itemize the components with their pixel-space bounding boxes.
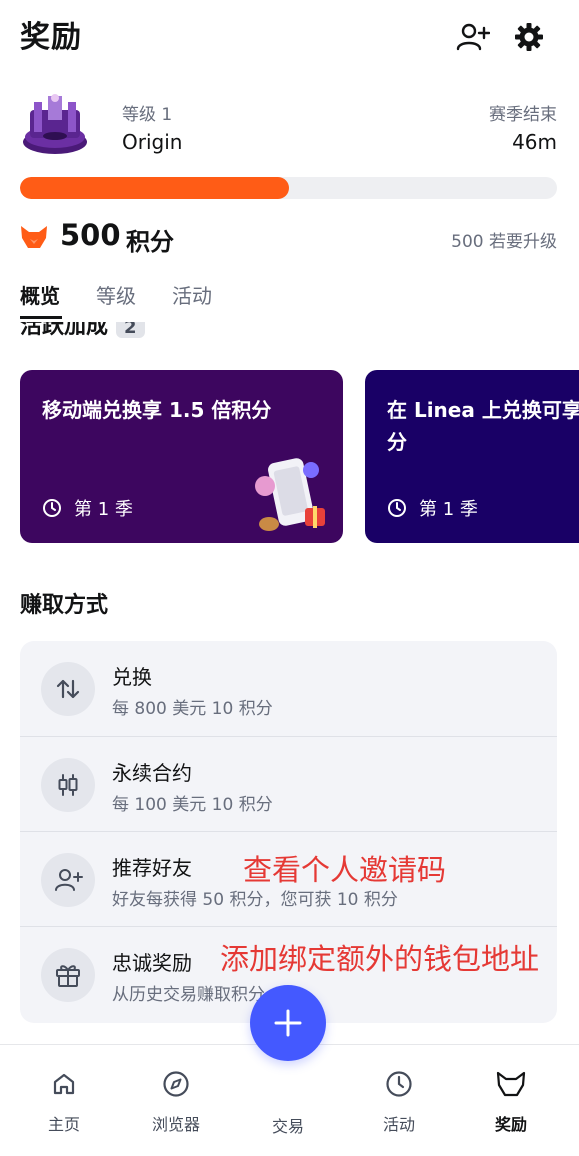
level-name: Origin <box>122 130 183 154</box>
active-bonus-title: 活跃加成 <box>20 322 109 339</box>
earn-item-title: 推荐好友 <box>112 856 192 880</box>
bonus-card-title: 在 Linea 上兑换可享 分 <box>387 394 579 458</box>
tab-overview[interactable]: 概览 <box>20 280 60 309</box>
active-tab-indicator <box>20 316 62 319</box>
annotation-referral-code: 查看个人邀请码 <box>243 853 447 887</box>
points-to-upgrade: 500 若要升级 <box>451 232 557 252</box>
season-end-label: 赛季结束 <box>489 105 557 125</box>
nav-browser[interactable]: 浏览器 <box>131 1069 221 1139</box>
clock-icon <box>386 1071 412 1097</box>
page-title: 奖励 <box>20 20 82 55</box>
earn-item-swap[interactable]: 兑换 每 800 美元 10 积分 <box>20 641 557 736</box>
add-friend-button[interactable] <box>456 20 490 54</box>
active-bonus-count-badge: 2 <box>116 322 145 338</box>
tab-levels[interactable]: 等级 <box>96 280 136 309</box>
swap-arrows-icon <box>56 679 80 699</box>
bonus-card-season: 第 1 季 <box>387 495 478 521</box>
plus-icon <box>274 1009 302 1037</box>
compass-icon <box>163 1071 189 1097</box>
points-amount: 500 <box>60 218 121 252</box>
earn-icon-container <box>41 758 95 812</box>
tab-activity[interactable]: 活动 <box>172 280 212 309</box>
gear-icon <box>515 23 543 51</box>
bonus-card-title: 移动端兑换享 1.5 倍积分 <box>42 398 272 422</box>
level-progress-bar <box>20 177 557 199</box>
settings-button[interactable] <box>512 20 546 54</box>
earn-icon-container <box>41 853 95 907</box>
bonus-card-title-line1: 在 Linea 上兑换可享 <box>387 398 579 422</box>
header: 奖励 <box>0 0 579 70</box>
season-end-value: 46m <box>512 130 557 154</box>
bonus-card-season: 第 1 季 <box>42 495 133 521</box>
earn-item-subtitle: 每 100 美元 10 积分 <box>112 795 273 815</box>
nav-activity[interactable]: 活动 <box>354 1069 444 1139</box>
level-summary: 等级 1 Origin 赛季结束 46m <box>20 92 559 162</box>
add-person-icon <box>456 23 490 51</box>
bonus-card-title-line2: 分 <box>387 430 407 454</box>
add-person-icon <box>55 869 83 891</box>
earn-icon-container <box>41 948 95 1002</box>
nav-browser-label: 浏览器 <box>151 1115 200 1134</box>
nav-activity-label: 活动 <box>382 1115 415 1134</box>
bonus-card-linea-swap[interactable]: 在 Linea 上兑换可享 分 第 1 季 <box>365 370 579 543</box>
level-progress-fill <box>20 177 289 199</box>
earn-item-title: 忠诚奖励 <box>112 951 192 975</box>
nav-home-label: 主页 <box>47 1115 80 1134</box>
bonus-card-season-label: 第 1 季 <box>74 499 133 520</box>
level-label: 等级 1 <box>122 105 173 125</box>
trade-label: 交易 <box>271 1117 304 1136</box>
earn-icon-container <box>41 662 95 716</box>
trade-button[interactable] <box>250 985 326 1061</box>
bonus-card-season-label: 第 1 季 <box>419 499 478 520</box>
rewards-fox-icon <box>21 226 47 248</box>
rewards-fox-icon <box>496 1071 526 1097</box>
nav-rewards[interactable]: 奖励 <box>466 1069 556 1139</box>
candlestick-icon <box>58 774 78 796</box>
earn-item-perps[interactable]: 永续合约 每 100 美元 10 积分 <box>20 736 557 831</box>
earn-item-title: 永续合约 <box>112 761 192 785</box>
points-unit: 积分 <box>126 228 174 256</box>
clock-icon <box>388 499 406 517</box>
earn-item-title: 兑换 <box>112 665 152 689</box>
earn-item-subtitle: 从历史交易赚取积分 <box>112 985 265 1005</box>
home-icon <box>53 1073 75 1095</box>
active-bonus-heading: 活跃加成 2 <box>20 322 320 348</box>
clock-icon <box>43 499 61 517</box>
nav-home[interactable]: 主页 <box>19 1069 109 1139</box>
phone-gift-illustration <box>255 458 325 531</box>
bonus-card-mobile-swap[interactable]: 移动端兑换享 1.5 倍积分 第 1 季 <box>20 370 343 543</box>
earn-item-subtitle: 每 800 美元 10 积分 <box>112 699 273 719</box>
ways-to-earn-title: 赚取方式 <box>20 593 109 618</box>
nav-rewards-label: 奖励 <box>494 1115 527 1134</box>
level-avatar-image <box>23 94 87 154</box>
gift-icon <box>56 965 80 987</box>
points-summary: 500 积分 500 若要升级 <box>20 218 559 258</box>
annotation-add-wallet: 添加绑定额外的钱包地址 <box>220 942 540 976</box>
